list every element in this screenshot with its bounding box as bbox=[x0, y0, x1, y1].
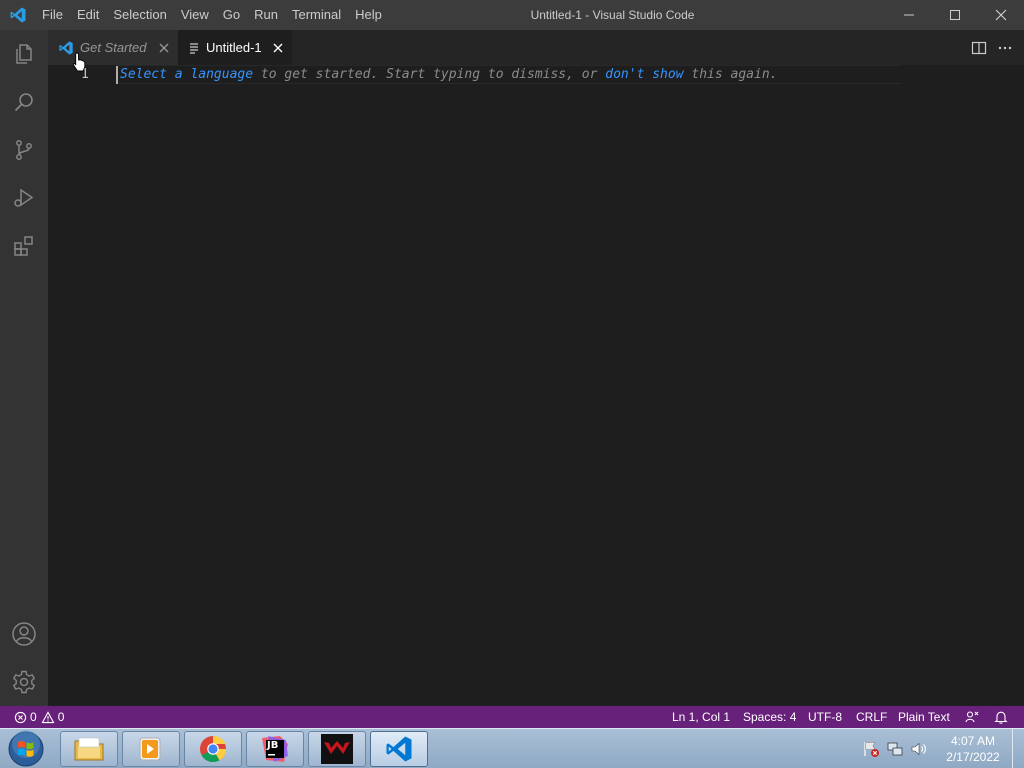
hint-text: to get started. Start typing to dismiss,… bbox=[253, 67, 606, 82]
action-center-flag-icon[interactable] bbox=[862, 740, 880, 758]
menu-help[interactable]: Help bbox=[348, 0, 389, 30]
select-language-link[interactable]: Select a language bbox=[120, 67, 253, 82]
close-tab-button[interactable] bbox=[270, 40, 286, 56]
feedback-button[interactable] bbox=[965, 706, 979, 728]
error-count: 0 bbox=[30, 710, 37, 724]
end-of-line-setting[interactable]: CRLF bbox=[856, 706, 887, 728]
clock-time: 4:07 AM bbox=[950, 734, 996, 748]
taskbar-vscode[interactable] bbox=[370, 731, 428, 767]
error-icon bbox=[14, 711, 27, 723]
minimize-button[interactable] bbox=[886, 0, 932, 30]
close-icon bbox=[995, 9, 1007, 21]
hand-pointer-icon bbox=[72, 52, 86, 72]
run-debug-button[interactable] bbox=[0, 174, 48, 222]
vscode-icon bbox=[386, 736, 412, 762]
close-window-button[interactable] bbox=[978, 0, 1024, 30]
taskbar-chrome[interactable] bbox=[184, 731, 242, 767]
windows-orb-icon bbox=[8, 730, 44, 767]
warning-count: 0 bbox=[57, 710, 65, 724]
menu-view[interactable]: View bbox=[174, 0, 216, 30]
taskbar-game[interactable] bbox=[308, 731, 366, 767]
manage-gear-icon bbox=[12, 670, 36, 694]
close-tab-button[interactable] bbox=[156, 40, 172, 56]
feedback-icon bbox=[965, 711, 979, 723]
clock-date: 2/17/2022 bbox=[946, 750, 1000, 764]
menu-edit[interactable]: Edit bbox=[70, 0, 106, 30]
status-bar: 0 0 Ln 1, Col 1 Spaces: 4 UTF-8 CRLF Pla… bbox=[0, 706, 1024, 728]
menu-selection[interactable]: Selection bbox=[106, 0, 173, 30]
search-button[interactable] bbox=[0, 78, 48, 126]
encoding-setting[interactable]: UTF-8 bbox=[808, 706, 842, 728]
menu-file[interactable]: File bbox=[35, 0, 70, 30]
split-editor-icon bbox=[971, 41, 987, 54]
taskbar-file-explorer[interactable] bbox=[60, 731, 118, 767]
close-icon bbox=[273, 43, 283, 53]
maximize-icon bbox=[950, 10, 960, 20]
tab-label: Get Started bbox=[80, 40, 147, 55]
system-tray bbox=[862, 729, 928, 768]
explorer-button[interactable] bbox=[0, 30, 48, 78]
vscode-logo-icon bbox=[0, 0, 35, 30]
source-control-button[interactable] bbox=[0, 126, 48, 174]
menu-go[interactable]: Go bbox=[216, 0, 247, 30]
tab-get-started[interactable]: Get Started bbox=[48, 30, 178, 65]
volume-icon[interactable] bbox=[910, 740, 928, 758]
language-mode[interactable]: Plain Text bbox=[898, 706, 950, 728]
jetbrains-label: JB bbox=[267, 740, 279, 751]
text-cursor bbox=[116, 66, 118, 84]
maximize-button[interactable] bbox=[932, 0, 978, 30]
taskbar-jetbrains[interactable]: JB bbox=[246, 731, 304, 767]
dont-show-link[interactable]: don't show bbox=[605, 67, 683, 82]
extensions-icon bbox=[14, 236, 33, 256]
show-desktop-button[interactable] bbox=[1012, 729, 1024, 768]
run-debug-icon bbox=[14, 188, 34, 207]
activity-bar bbox=[0, 30, 48, 706]
indentation-setting[interactable]: Spaces: 4 bbox=[743, 706, 796, 728]
taskbar-media-player[interactable] bbox=[122, 731, 180, 767]
accounts-button[interactable] bbox=[0, 610, 48, 658]
account-icon bbox=[12, 622, 36, 646]
clock[interactable]: 4:07 AM 2/17/2022 bbox=[940, 733, 1006, 765]
split-editor-button[interactable] bbox=[970, 39, 988, 57]
close-icon bbox=[159, 43, 169, 53]
start-button[interactable] bbox=[4, 730, 48, 767]
untitled-hint: Select a language to get started. Start … bbox=[120, 67, 777, 82]
tab-label: Untitled-1 bbox=[206, 40, 262, 55]
editor-area[interactable]: 1 Select a language to get started. Star… bbox=[48, 65, 1024, 706]
more-actions-button[interactable] bbox=[996, 39, 1014, 57]
network-icon[interactable] bbox=[886, 740, 904, 758]
game-icon bbox=[321, 734, 353, 764]
problems-indicator[interactable]: 0 0 bbox=[14, 706, 64, 728]
source-control-icon bbox=[16, 140, 32, 160]
warning-icon bbox=[41, 710, 55, 723]
chrome-icon bbox=[200, 735, 227, 763]
text-file-icon bbox=[190, 42, 198, 54]
title-bar: File Edit Selection View Go Run Terminal… bbox=[0, 0, 1024, 30]
extensions-button[interactable] bbox=[0, 222, 48, 270]
editor-tab-bar: Get Started Untitled-1 bbox=[48, 30, 1024, 65]
minimize-icon bbox=[904, 14, 914, 16]
bell-icon bbox=[994, 711, 1008, 724]
hint-text-end: this again. bbox=[683, 67, 778, 82]
window-title: Untitled-1 - Visual Studio Code bbox=[530, 8, 695, 22]
notifications-button[interactable] bbox=[994, 706, 1008, 728]
media-player-icon bbox=[139, 737, 161, 761]
manage-button[interactable] bbox=[0, 658, 48, 706]
menu-run[interactable]: Run bbox=[247, 0, 285, 30]
window-controls bbox=[886, 0, 1024, 30]
tab-untitled-1[interactable]: Untitled-1 bbox=[178, 30, 292, 65]
menu-bar: File Edit Selection View Go Run Terminal… bbox=[35, 0, 389, 30]
search-icon bbox=[14, 93, 33, 112]
files-icon bbox=[16, 44, 32, 64]
file-explorer-icon bbox=[74, 737, 104, 761]
menu-terminal[interactable]: Terminal bbox=[285, 0, 348, 30]
ellipsis-icon bbox=[998, 46, 1012, 49]
windows-taskbar: JB 4:07 AM 2/17/2022 bbox=[0, 728, 1024, 768]
editor-actions bbox=[970, 30, 1014, 65]
cursor-position[interactable]: Ln 1, Col 1 bbox=[672, 706, 730, 728]
